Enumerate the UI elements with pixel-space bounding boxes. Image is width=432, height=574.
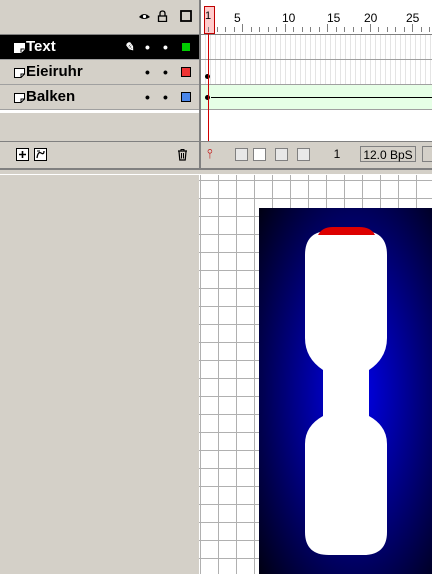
hourglass-graphic[interactable] xyxy=(259,208,432,574)
ruler-tick xyxy=(267,27,269,32)
layer-name: Text xyxy=(26,38,56,55)
playhead-line xyxy=(208,34,209,141)
layer-row-text[interactable]: Text ✎ • • xyxy=(0,35,199,60)
panel-splitter[interactable] xyxy=(0,168,432,175)
frame-rate-display[interactable]: 12.0 BpS xyxy=(360,146,416,162)
frame-row-eieiruhr[interactable] xyxy=(201,60,432,85)
ruler-tick xyxy=(369,24,371,32)
timeline-footer: ⫯ 1 12.0 BpS xyxy=(201,141,432,169)
frame-ruler[interactable]: 1 5 10 15 20 25 xyxy=(201,0,432,35)
layer-icon xyxy=(14,42,25,53)
add-layer-icon[interactable] xyxy=(16,148,29,161)
ruler-label: 5 xyxy=(234,11,241,25)
ruler-tick xyxy=(412,24,413,32)
trash-icon[interactable] xyxy=(176,148,189,161)
ruler-tick xyxy=(335,27,337,32)
layer-color-swatch[interactable] xyxy=(181,42,191,52)
layer-list: Text ✎ • • Eieiruhr • • Balken • • xyxy=(0,0,199,169)
ruler-tick xyxy=(310,27,311,32)
layer-color-swatch[interactable] xyxy=(181,92,191,102)
ruler-tick xyxy=(276,27,277,32)
layer-icon xyxy=(14,67,25,78)
ruler-tick xyxy=(344,27,345,32)
layer-header xyxy=(0,0,199,35)
ruler-tick xyxy=(378,27,379,32)
ruler-tick xyxy=(420,27,422,32)
motion-tween-arrow xyxy=(211,97,432,98)
pencil-icon: ✎ xyxy=(124,40,135,54)
ruler-tick xyxy=(208,27,209,32)
ruler-tick xyxy=(429,27,430,32)
red-bar[interactable] xyxy=(318,227,375,235)
outline-icon[interactable] xyxy=(180,10,192,22)
visible-dot[interactable]: • xyxy=(145,40,151,54)
layer-name: Balken xyxy=(26,88,76,105)
frames-empty xyxy=(201,113,432,141)
ruler-label: 10 xyxy=(282,11,296,25)
ruler-label: 15 xyxy=(327,11,341,25)
frame-row-balken[interactable] xyxy=(201,85,432,110)
edit-multiple-frames-icon[interactable] xyxy=(275,148,288,161)
add-guide-layer-icon[interactable] xyxy=(34,148,47,161)
onion-skin-icon[interactable] xyxy=(235,148,248,161)
ruler-tick xyxy=(395,27,396,32)
ruler-tick xyxy=(327,24,328,32)
ruler-tick xyxy=(259,27,260,32)
work-area xyxy=(0,175,432,574)
ruler-tick xyxy=(284,24,286,32)
ruler-tick xyxy=(318,27,320,32)
ruler-tick xyxy=(403,27,405,32)
lock-dot[interactable]: • xyxy=(163,90,169,104)
ruler-tick xyxy=(301,27,303,32)
layer-list-empty xyxy=(0,113,199,141)
timeline-panel: Text ✎ • • Eieiruhr • • Balken • • 1 5 1… xyxy=(0,0,432,169)
layer-color-swatch[interactable] xyxy=(181,67,191,77)
layer-row-balken[interactable]: Balken • • xyxy=(0,85,199,110)
modify-onion-markers-icon[interactable] xyxy=(297,148,310,161)
stage[interactable] xyxy=(259,208,432,574)
center-frame-icon[interactable]: ⫯ xyxy=(207,146,213,162)
playhead-frame-number: 1 xyxy=(205,10,212,22)
layer-row-eieiruhr[interactable]: Eieiruhr • • xyxy=(0,60,199,85)
layer-icon xyxy=(14,92,25,103)
frames-pane: 1 5 10 15 20 25 ⫯ 1 12.0 BpS xyxy=(199,0,432,169)
layer-footer xyxy=(0,141,199,169)
elapsed-time-display xyxy=(422,146,432,162)
ruler-tick xyxy=(216,27,218,32)
current-frame-display: 1 xyxy=(323,146,351,162)
ruler-tick xyxy=(386,27,388,32)
ruler-tick xyxy=(352,27,354,32)
eye-icon[interactable] xyxy=(138,10,150,22)
ruler-label: 20 xyxy=(364,11,378,25)
lock-icon[interactable] xyxy=(157,10,169,23)
ruler-tick xyxy=(233,27,235,32)
ruler-label: 25 xyxy=(406,11,420,25)
ruler-tick xyxy=(225,27,226,32)
layer-name: Eieiruhr xyxy=(26,63,83,80)
visible-dot[interactable]: • xyxy=(145,90,151,104)
lock-dot[interactable]: • xyxy=(163,65,169,79)
frame-row-text[interactable] xyxy=(201,35,432,60)
visible-dot[interactable]: • xyxy=(145,65,151,79)
onion-skin-outline-icon[interactable] xyxy=(253,148,266,161)
lock-dot[interactable]: • xyxy=(163,40,169,54)
ruler-tick xyxy=(293,27,294,32)
ruler-tick xyxy=(242,24,243,32)
ruler-tick xyxy=(250,27,252,32)
ruler-tick xyxy=(361,27,362,32)
